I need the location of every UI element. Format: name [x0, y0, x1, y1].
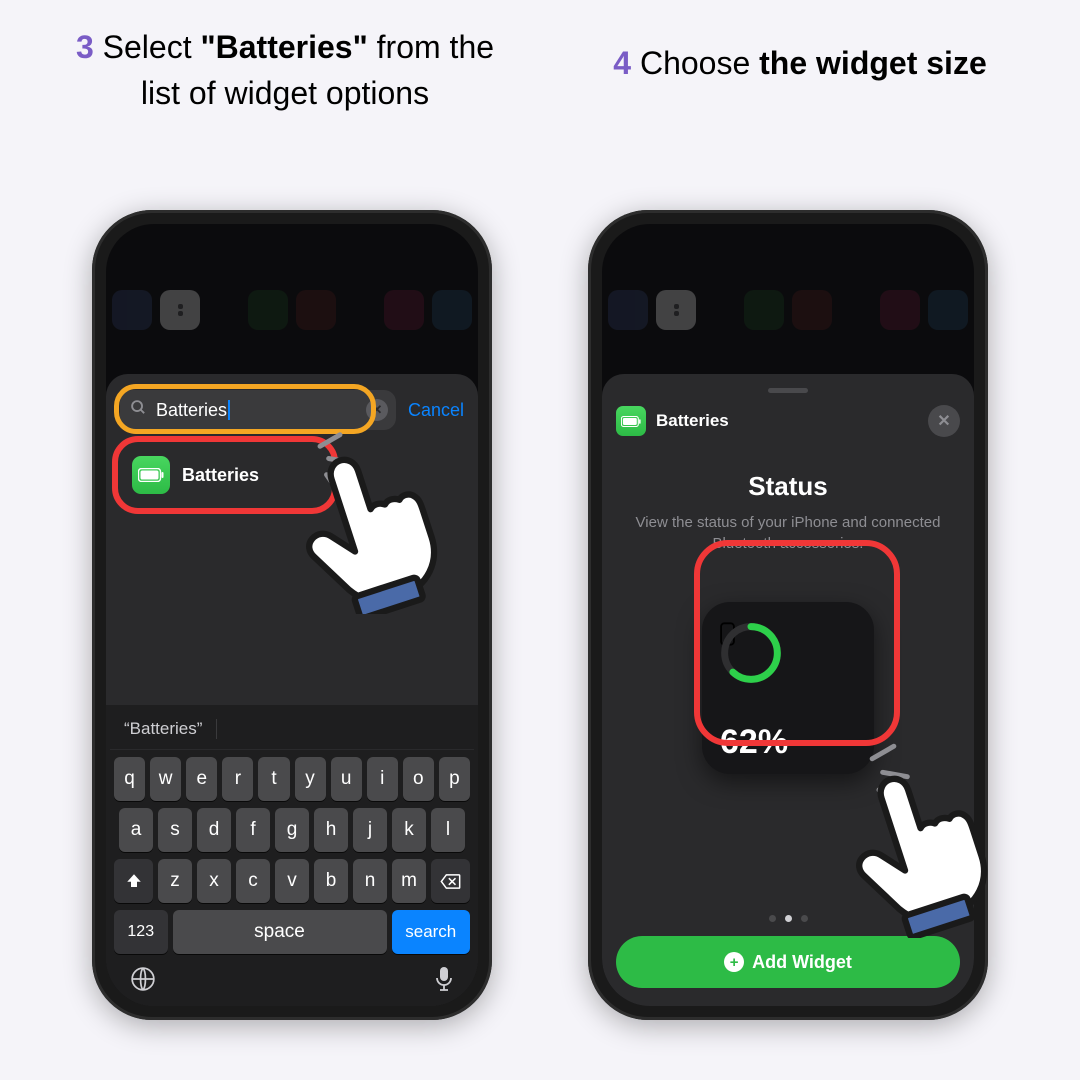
- key-e[interactable]: e: [186, 757, 217, 801]
- step4-number: 4: [613, 45, 631, 81]
- key-x[interactable]: x: [197, 859, 231, 903]
- sheet-grabber[interactable]: [768, 388, 808, 393]
- key-m[interactable]: m: [392, 859, 426, 903]
- result-label: Batteries: [182, 465, 259, 486]
- battery-percent: 62%: [720, 723, 856, 762]
- key-y[interactable]: y: [295, 757, 326, 801]
- tap-hand-icon: [846, 760, 998, 938]
- widget-description: View the status of your iPhone and conne…: [616, 512, 960, 554]
- key-u[interactable]: u: [331, 757, 362, 801]
- key-j[interactable]: j: [353, 808, 387, 852]
- key-a[interactable]: a: [119, 808, 153, 852]
- keyboard-row2: a s d f g h j k l: [110, 808, 474, 852]
- step4-caption: 4 Choose the widget size: [570, 40, 1030, 86]
- key-l[interactable]: l: [431, 808, 465, 852]
- key-space[interactable]: space: [173, 910, 387, 954]
- key-f[interactable]: f: [236, 808, 270, 852]
- key-t[interactable]: t: [258, 757, 289, 801]
- page-dot-active: [785, 915, 792, 922]
- key-n[interactable]: n: [353, 859, 387, 903]
- mic-icon[interactable]: [434, 966, 454, 992]
- phone-step3: Batteries ✕ Cancel Batteries “Batteries”: [92, 210, 492, 1020]
- keyboard[interactable]: “Batteries” q w e r t y u i o p a s: [106, 705, 478, 1006]
- key-search[interactable]: search: [392, 910, 470, 954]
- globe-icon[interactable]: [130, 966, 156, 992]
- page-dot: [769, 915, 776, 922]
- key-k[interactable]: k: [392, 808, 426, 852]
- close-button[interactable]: ✕: [928, 405, 960, 437]
- key-w[interactable]: w: [150, 757, 181, 801]
- home-screen-dim: [106, 290, 478, 374]
- step3-caption: 3 Select "Batteries" from the list of wi…: [60, 24, 510, 117]
- tap-hand-icon: [296, 446, 448, 614]
- key-shift[interactable]: [114, 859, 153, 903]
- batteries-app-icon: [132, 456, 170, 494]
- key-g[interactable]: g: [275, 808, 309, 852]
- key-q[interactable]: q: [114, 757, 145, 801]
- cancel-button[interactable]: Cancel: [408, 400, 464, 421]
- add-widget-button[interactable]: + Add Widget: [616, 936, 960, 988]
- key-s[interactable]: s: [158, 808, 192, 852]
- key-i[interactable]: i: [367, 757, 398, 801]
- key-p[interactable]: p: [439, 757, 470, 801]
- keyboard-suggestion-bar[interactable]: “Batteries”: [110, 713, 474, 750]
- plus-icon: +: [724, 952, 744, 972]
- text-cursor: [228, 400, 230, 420]
- key-backspace[interactable]: [431, 859, 470, 903]
- page-dot: [801, 915, 808, 922]
- search-input[interactable]: Batteries ✕: [120, 390, 396, 430]
- widget-title: Status: [616, 471, 960, 502]
- home-screen-dim: [602, 290, 974, 374]
- key-h[interactable]: h: [314, 808, 348, 852]
- key-r[interactable]: r: [222, 757, 253, 801]
- key-b[interactable]: b: [314, 859, 348, 903]
- widget-preview-small[interactable]: 62%: [702, 602, 874, 774]
- batteries-app-icon: [616, 406, 646, 436]
- key-d[interactable]: d: [197, 808, 231, 852]
- search-icon: [130, 399, 147, 421]
- battery-ring-icon: [720, 622, 782, 684]
- key-c[interactable]: c: [236, 859, 270, 903]
- key-123[interactable]: 123: [114, 910, 168, 954]
- search-value: Batteries: [156, 400, 227, 421]
- key-z[interactable]: z: [158, 859, 192, 903]
- key-v[interactable]: v: [275, 859, 309, 903]
- keyboard-row3: z x c v b n m: [110, 859, 474, 903]
- clear-icon[interactable]: ✕: [366, 399, 388, 421]
- key-o[interactable]: o: [403, 757, 434, 801]
- step3-number: 3: [76, 29, 94, 65]
- sheet-header-title: Batteries: [656, 411, 729, 431]
- keyboard-row4: 123 space search: [110, 910, 474, 954]
- keyboard-row1: q w e r t y u i o p: [110, 757, 474, 801]
